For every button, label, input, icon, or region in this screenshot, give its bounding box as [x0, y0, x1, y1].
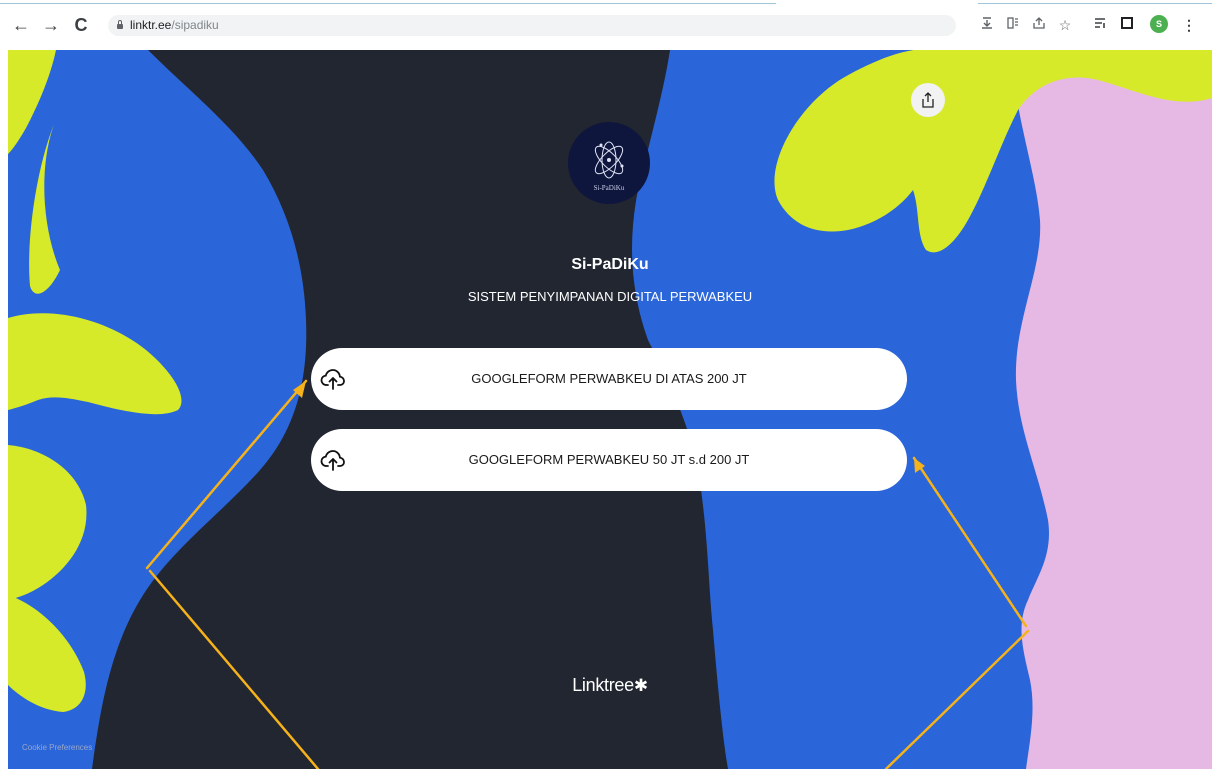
- back-icon[interactable]: ←: [11, 14, 31, 36]
- url-text: linktr.ee/sipadiku: [130, 18, 219, 33]
- cookie-preferences-link[interactable]: Cookie Preferences: [22, 743, 92, 752]
- link-label: GOOGLEFORM PERWABKEU DI ATAS 200 JT: [471, 371, 747, 386]
- tab-strip-line: [0, 3, 776, 4]
- linktree-star-icon: ✱: [633, 676, 648, 695]
- reload-icon[interactable]: C: [71, 14, 91, 36]
- forward-icon[interactable]: →: [41, 14, 61, 36]
- share-page-button[interactable]: [911, 83, 945, 117]
- browser-toolbar: ← → C linktr.ee/sipadiku ☆ S ⋮: [0, 0, 1212, 46]
- link-button-googleform-above-200jt[interactable]: GOOGLEFORM PERWABKEU DI ATAS 200 JT: [311, 348, 907, 410]
- menu-icon[interactable]: ⋮: [1180, 16, 1198, 34]
- url-path: /sipadiku: [171, 18, 219, 32]
- profile-avatar: Si-PaDiKu: [568, 122, 650, 204]
- side-panel-icon[interactable]: [1118, 16, 1136, 34]
- link-button-googleform-50-200jt[interactable]: GOOGLEFORM PERWABKEU 50 JT s.d 200 JT: [311, 429, 907, 491]
- profile-title: Si-PaDiKu: [571, 256, 649, 273]
- avatar-caption: Si-PaDiKu: [593, 184, 625, 192]
- reader-icon[interactable]: [1004, 16, 1022, 34]
- linktree-page: Si-PaDiKu Si-PaDiKu SISTEM PENYIMPANAN D…: [8, 50, 1212, 769]
- reading-list-icon[interactable]: [1091, 16, 1109, 34]
- linktree-logo[interactable]: Linktree✱: [8, 675, 1212, 696]
- profile-avatar-icon[interactable]: S: [1150, 15, 1168, 33]
- tab-strip-line: [978, 3, 1212, 4]
- download-icon[interactable]: [978, 16, 996, 34]
- address-bar[interactable]: linktr.ee/sipadiku: [108, 15, 956, 36]
- link-label: GOOGLEFORM PERWABKEU 50 JT s.d 200 JT: [468, 452, 750, 467]
- bookmark-star-icon[interactable]: ☆: [1056, 16, 1074, 34]
- profile-description: SISTEM PENYIMPANAN DIGITAL PERWABKEU: [467, 289, 753, 304]
- share-icon[interactable]: [1030, 16, 1048, 34]
- url-host: linktr.ee: [130, 18, 172, 32]
- share-icon: [922, 92, 934, 108]
- linktree-brand-text: Linktree: [572, 675, 634, 695]
- lock-icon: [117, 20, 123, 29]
